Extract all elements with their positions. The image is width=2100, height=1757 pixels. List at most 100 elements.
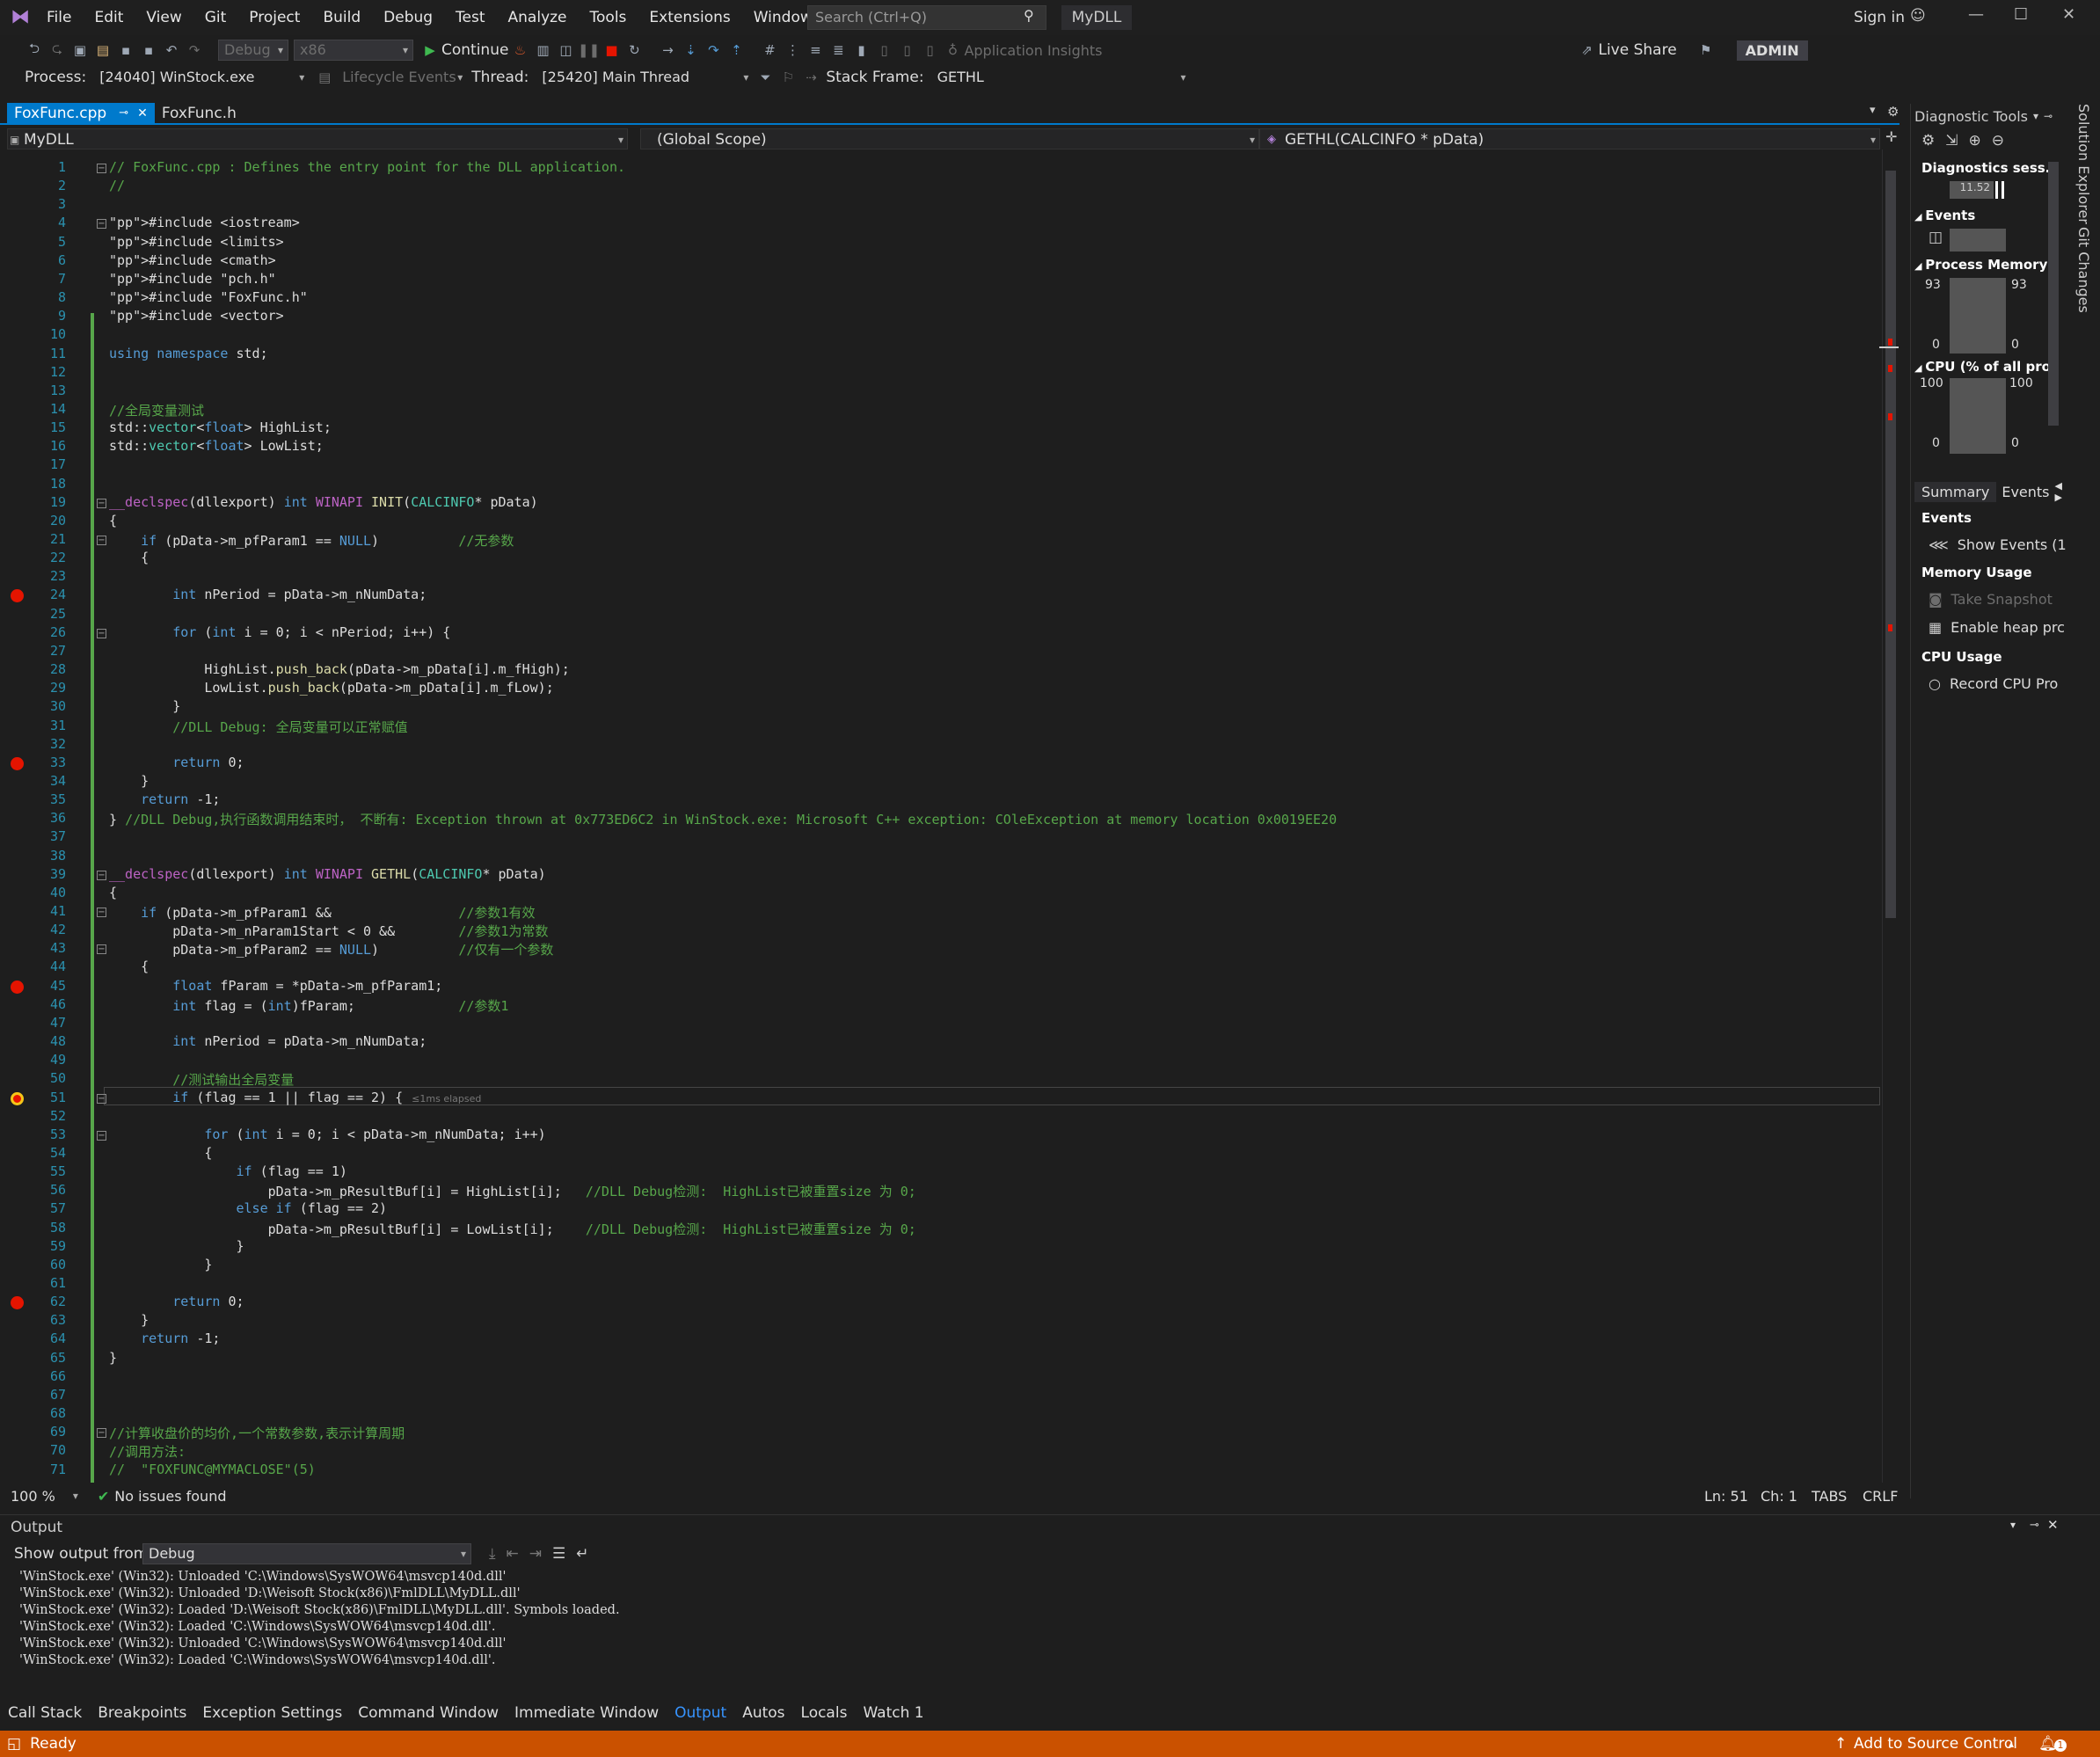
record-cpu-button[interactable]: Record CPU Pro xyxy=(1950,675,2058,692)
chevron-down-icon[interactable]: ▾ xyxy=(2010,1519,2016,1531)
feedback-icon[interactable]: ⚑ xyxy=(1696,40,1716,60)
code-line[interactable]: { xyxy=(109,550,149,565)
code-line[interactable]: { xyxy=(109,959,149,974)
restart-icon[interactable]: ↻ xyxy=(624,40,644,60)
search-input[interactable]: Search (Ctrl+Q) xyxy=(807,5,1046,30)
code-line[interactable]: // "FOXFUNC@MYMACLOSE"(5) xyxy=(109,1462,316,1477)
code-line[interactable]: LowList.push_back(pData->m_pData[i].m_fL… xyxy=(109,680,553,696)
code-line[interactable]: } xyxy=(109,1257,212,1272)
search-icon[interactable]: ⚲ xyxy=(1024,7,1034,24)
close-window-button[interactable]: ✕ xyxy=(2062,5,2075,24)
tab-autos[interactable]: Autos xyxy=(734,1701,792,1725)
menu-build[interactable]: Build xyxy=(311,0,372,35)
open-folder-icon[interactable]: ▤ xyxy=(93,40,113,60)
close-tab-icon[interactable]: ✕ xyxy=(137,103,148,124)
comment-icon[interactable]: ≡ xyxy=(806,40,825,60)
output-scrollbar[interactable] xyxy=(2044,1570,2058,1693)
menu-test[interactable]: Test xyxy=(444,0,496,35)
sign-in-link[interactable]: Sign in xyxy=(1854,9,1905,26)
breakpoint-icon[interactable] xyxy=(11,980,24,994)
redo-icon[interactable]: ↷ xyxy=(185,40,204,60)
code-line[interactable]: { xyxy=(109,1145,212,1161)
zoom-out-icon[interactable]: ⊖ xyxy=(1992,132,2004,149)
session-timeline[interactable]: 11.52 xyxy=(1950,181,1994,199)
uncomment-icon[interactable]: ≣ xyxy=(828,40,848,60)
tab-summary[interactable]: Summary xyxy=(1914,481,1997,502)
tab-breakpoints[interactable]: Breakpoints xyxy=(90,1701,194,1725)
tab-immediate-window[interactable]: Immediate Window xyxy=(507,1701,667,1725)
stop-icon[interactable]: ■ xyxy=(602,40,621,60)
live-share-icon[interactable]: ⇗ xyxy=(1577,40,1596,60)
code-line[interactable]: //DLL Debug: 全局变量可以正常赋值 xyxy=(109,718,407,736)
hex-icon[interactable]: # xyxy=(760,40,779,60)
collapse-icon[interactable]: − xyxy=(97,944,106,955)
cpu-section[interactable]: ◢ CPU (% of all proc xyxy=(1914,359,2064,375)
git-changes-tab[interactable]: Git Changes xyxy=(2075,227,2092,313)
word-wrap-icon[interactable]: ↵ xyxy=(576,1545,588,1563)
pin-icon[interactable]: ⊸ xyxy=(2044,110,2053,122)
new-item-icon[interactable]: ▣ xyxy=(70,40,90,60)
code-line[interactable]: if (pData->m_pfParam1 && //参数1有效 xyxy=(109,903,535,922)
code-line[interactable]: //测试输出全局变量 xyxy=(109,1070,294,1089)
tab-foxfunc-h[interactable]: FoxFunc.h xyxy=(155,103,244,124)
issues-status[interactable]: No issues found xyxy=(114,1488,226,1505)
forward-icon[interactable]: ⮎ xyxy=(47,40,67,60)
menu-view[interactable]: View xyxy=(135,0,193,35)
next-message-icon[interactable]: ⇥ xyxy=(529,1545,542,1563)
platform-select[interactable]: x86 xyxy=(294,40,413,61)
code-line[interactable]: // xyxy=(109,178,125,193)
flag-icon[interactable]: ⚐ xyxy=(778,68,798,87)
code-line[interactable]: "pp">#include <limits> xyxy=(109,234,284,250)
tab-command-window[interactable]: Command Window xyxy=(350,1701,507,1725)
pin-icon[interactable]: ⊸ xyxy=(2030,1519,2039,1532)
zoom-level[interactable]: 100 % xyxy=(11,1488,55,1505)
scrollbar-thumb[interactable] xyxy=(1885,171,1896,918)
code-line[interactable]: "pp">#include <vector> xyxy=(109,308,284,324)
code-line[interactable]: int flag = (int)fParam; //参数1 xyxy=(109,996,508,1015)
chevron-up-icon[interactable]: ▴ xyxy=(2009,1738,2014,1750)
collapse-icon[interactable]: − xyxy=(97,1428,106,1439)
code-line[interactable]: } xyxy=(109,1238,244,1254)
show-next-statement-icon[interactable]: → xyxy=(658,40,677,60)
stack-frame-select[interactable]: GETHL xyxy=(930,67,1192,88)
upload-icon[interactable]: ↑ xyxy=(1834,1735,1847,1753)
continue-icon[interactable]: ▶ xyxy=(420,40,440,60)
chevron-down-icon[interactable]: ▾ xyxy=(73,1490,78,1502)
code-line[interactable]: } xyxy=(109,773,149,789)
tab-foxfunc-cpp[interactable]: FoxFunc.cpp ⊸ ✕ xyxy=(7,103,155,124)
tab-call-stack[interactable]: Call Stack xyxy=(0,1701,90,1725)
collapse-icon[interactable]: − xyxy=(97,164,106,173)
lifecycle-icon[interactable]: ▤ xyxy=(315,68,334,87)
code-line[interactable]: return -1; xyxy=(109,1331,220,1346)
breakpoint-icon[interactable] xyxy=(11,756,24,770)
tab-events[interactable]: Events xyxy=(1996,482,2054,502)
code-line[interactable]: "pp">#include "pch.h" xyxy=(109,271,276,287)
solution-explorer-tab[interactable]: Solution Explorer xyxy=(2075,104,2092,224)
code-line[interactable]: HighList.push_back(pData->m_pData[i].m_f… xyxy=(109,661,569,677)
code-line[interactable]: //全局变量测试 xyxy=(109,401,204,419)
save-all-icon[interactable]: ▪ xyxy=(139,40,158,60)
tab-locals[interactable]: Locals xyxy=(793,1701,856,1725)
code-line[interactable]: float fParam = *pData->m_pfParam1; xyxy=(109,978,442,994)
process-select[interactable]: [24040] WinStock.exe xyxy=(93,67,310,88)
output-source-select[interactable]: Debug xyxy=(142,1543,471,1564)
thread-select[interactable]: [25420] Main Thread xyxy=(536,67,755,88)
collapse-icon[interactable]: − xyxy=(97,219,106,230)
lifecycle-select[interactable]: Lifecycle Events xyxy=(336,67,469,88)
collapse-icon[interactable]: − xyxy=(97,1130,106,1141)
export-icon[interactable]: ⇲ xyxy=(1945,132,1958,149)
scope-dropdown[interactable]: (Global Scope) ▾ xyxy=(640,128,1259,149)
indent-mode[interactable]: TABS xyxy=(1812,1488,1847,1505)
breakpoint-icon[interactable] xyxy=(11,589,24,603)
minimize-button[interactable]: — xyxy=(1968,5,1984,24)
tab-scroll-icon[interactable]: ◀ ▶ xyxy=(2055,480,2065,503)
menu-debug[interactable]: Debug xyxy=(372,0,444,35)
zoom-in-icon[interactable]: ⊕ xyxy=(1969,132,1981,149)
account-icon[interactable]: ☺ xyxy=(1910,7,1926,25)
tab-settings-icon[interactable]: ⚙ xyxy=(1887,104,1899,120)
step-into-icon[interactable]: ⇣ xyxy=(681,40,700,60)
hot-reload-icon[interactable]: ♨ xyxy=(510,40,529,60)
bookmark-icon[interactable]: ▮ xyxy=(851,40,871,60)
clear-bookmark-icon[interactable]: ▯ xyxy=(920,40,939,60)
step-over-icon[interactable]: ↷ xyxy=(704,40,723,60)
